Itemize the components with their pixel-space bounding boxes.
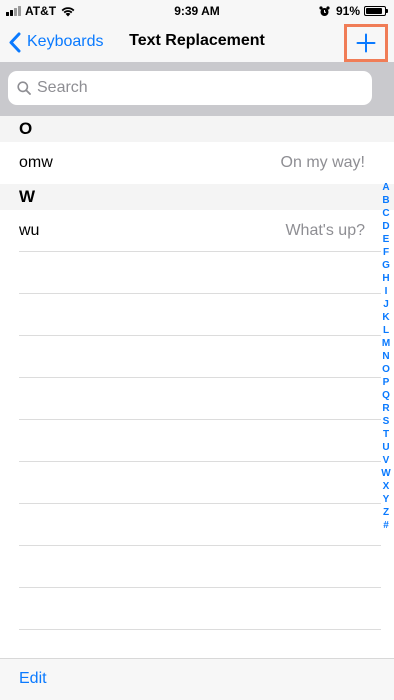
navigation-bar: Keyboards Text Replacement [0,22,394,62]
row-separator [19,293,381,294]
phrase-text: What's up? [285,222,365,239]
index-letter[interactable]: B [378,194,394,207]
edit-button[interactable]: Edit [19,670,47,688]
search-input[interactable] [37,79,337,97]
index-letter[interactable]: L [378,324,394,337]
index-letter[interactable]: G [378,259,394,272]
row-separator [19,251,381,252]
alarm-clock-icon [319,5,330,16]
row-separator [19,377,381,378]
index-letter[interactable]: E [378,233,394,246]
index-letter[interactable]: F [378,246,394,259]
index-letter[interactable]: V [378,454,394,467]
shortcut-text: wu [19,222,40,239]
index-letter[interactable]: T [378,428,394,441]
index-letter[interactable]: P [378,376,394,389]
index-letter[interactable]: K [378,311,394,324]
list-item-omw[interactable]: omw On my way! [0,142,394,184]
index-letter[interactable]: J [378,298,394,311]
index-letter[interactable]: I [378,285,394,298]
status-bar: AT&T 9:39 AM 91% [0,0,394,22]
battery-level [366,8,383,14]
section-header-o: O [0,116,394,142]
index-letter[interactable]: C [378,207,394,220]
index-letter[interactable]: D [378,220,394,233]
index-letter[interactable]: H [378,272,394,285]
index-letter[interactable]: O [378,363,394,376]
index-letter[interactable]: Q [378,389,394,402]
add-button-face [347,27,385,59]
row-separator [19,629,381,630]
status-right: 91% [319,3,388,19]
index-letter[interactable]: N [378,350,394,363]
row-separator [19,335,381,336]
index-letter[interactable]: Z [378,506,394,519]
row-separator [19,545,381,546]
section-header-w: W [0,184,394,210]
index-letter[interactable]: M [378,337,394,350]
shortcut-text: omw [19,154,53,171]
row-separator [19,461,381,462]
plus-icon [356,33,376,53]
search-icon [17,81,31,95]
index-letter[interactable]: # [378,519,394,532]
list-item-wu[interactable]: wu What's up? [0,210,394,252]
row-separator [19,503,381,504]
phrase-text: On my way! [280,154,365,171]
row-separator [19,419,381,420]
bottom-toolbar: Edit [0,658,394,700]
row-separator [19,587,381,588]
section-index: A B C D E F G H I J K L M N O P Q R S T U V W X Y Z # [378,181,394,532]
index-letter[interactable]: A [378,181,394,194]
battery-percentage: 91% [335,4,360,18]
search-field[interactable] [8,71,372,105]
index-letter[interactable]: U [378,441,394,454]
index-letter[interactable]: Y [378,493,394,506]
index-letter[interactable]: X [378,480,394,493]
add-button[interactable] [344,24,388,62]
index-letter[interactable]: S [378,415,394,428]
search-area [0,62,394,116]
index-letter[interactable]: W [378,467,394,480]
page-title: Text Replacement [129,32,265,49]
battery-icon [364,6,388,16]
index-letter[interactable]: R [378,402,394,415]
